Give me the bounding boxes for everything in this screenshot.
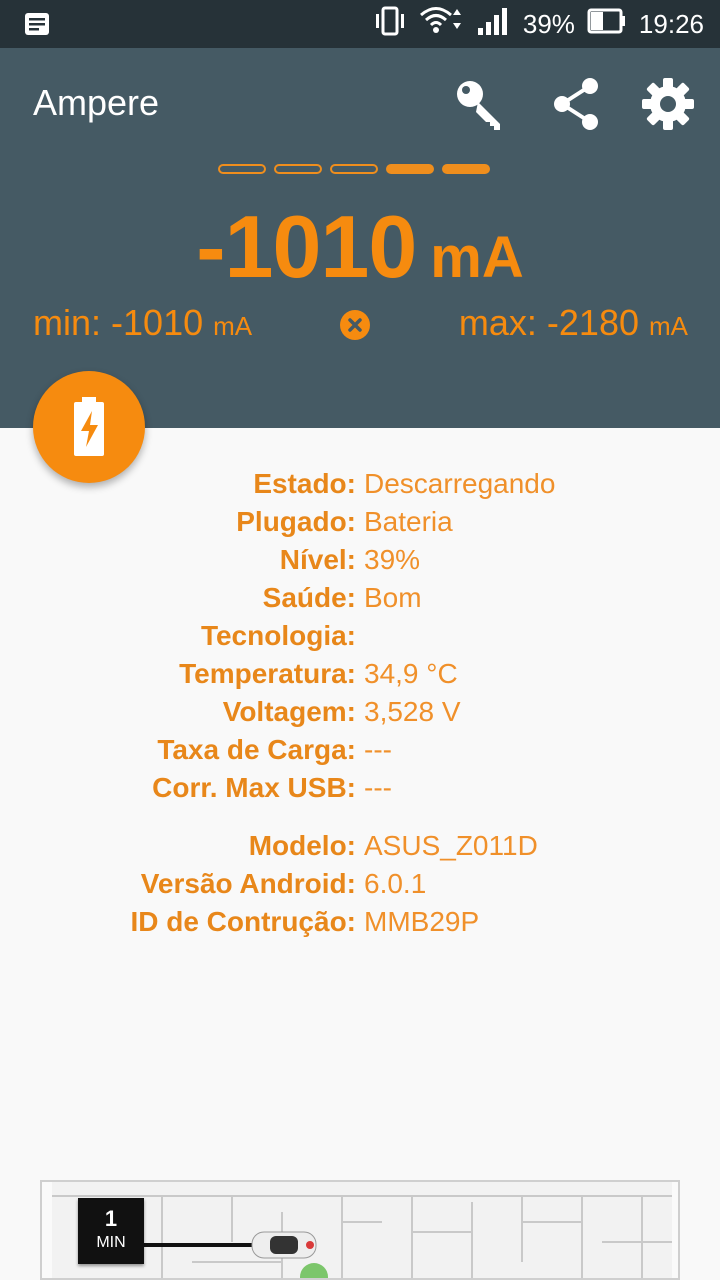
info-row: Plugado: Bateria [0, 506, 720, 544]
app-title: Ampere [33, 82, 160, 123]
share-icon [554, 78, 598, 130]
info-label: Modelo: [248, 830, 356, 861]
info-label: Plugado: [236, 506, 356, 537]
current-unit: mA [430, 225, 524, 290]
ad-timer-unit: MIN [96, 1234, 126, 1251]
info-value: MMB29P [364, 906, 480, 937]
info-row: Versão Android: 6.0.1 [0, 868, 720, 906]
share-button[interactable] [548, 76, 604, 132]
settings-icon [642, 78, 694, 130]
info-row: Estado: Descarregando [0, 468, 720, 506]
info-value: Bom [364, 582, 422, 613]
battery-percent: 39% [522, 8, 575, 39]
info-row: Modelo: ASUS_Z011D [0, 830, 720, 868]
info-label: Corr. Max USB: [152, 772, 356, 803]
vibrate-icon [373, 6, 407, 43]
app-bar: Ampere -1010 mA min: -1010 mA max: -2180… [0, 48, 720, 428]
info-row: Taxa de Carga: --- [0, 734, 720, 772]
info-label: Temperatura: [179, 658, 356, 689]
info-value: Bateria [364, 506, 453, 537]
key-icon [457, 81, 500, 130]
info-value: 39% [364, 544, 421, 575]
max-value: -2180 [546, 302, 639, 343]
info-row: Temperatura: 34,9 °C [0, 658, 720, 696]
info-label: Versão Android: [140, 868, 356, 899]
min-reading: min: -1010 mA [33, 302, 252, 344]
info-value: --- [364, 734, 392, 765]
range-indicator [218, 164, 490, 174]
ad-banner[interactable]: 1 MIN [40, 1180, 680, 1280]
ad-timer-number: 1 [104, 1206, 118, 1231]
max-reading: max: -2180 mA [459, 302, 688, 344]
info-row: Saúde: Bom [0, 582, 720, 620]
info-label: Estado: [253, 468, 356, 499]
info-value: Descarregando [364, 468, 556, 499]
reset-minmax-button[interactable] [340, 310, 370, 340]
signal-icon [477, 6, 511, 43]
info-label: Nível: [279, 544, 356, 575]
ad-timer-badge: 1 MIN [78, 1198, 144, 1264]
range-dot [442, 164, 490, 174]
min-label: min: [33, 302, 102, 343]
range-dot [218, 164, 266, 174]
battery-charging-icon [74, 397, 104, 456]
info-label: Tecnologia: [200, 620, 356, 651]
info-row: Tecnologia: [0, 620, 720, 658]
status-bar: 39% 19:26 [0, 0, 720, 48]
battery-fab-button[interactable] [33, 371, 145, 483]
max-unit: mA [649, 311, 688, 341]
info-row: Corr. Max USB: --- [0, 772, 720, 810]
reset-icon [348, 318, 362, 332]
clock: 19:26 [638, 8, 704, 39]
info-label: Saúde: [262, 582, 356, 613]
battery-icon [587, 8, 627, 41]
info-label: ID de Contrução: [130, 906, 356, 937]
info-label: Taxa de Carga: [157, 734, 356, 765]
info-list: Estado: Descarregando Plugado: Bateria Nív… [0, 468, 720, 944]
current-value: -1010 [196, 197, 417, 296]
settings-button[interactable] [640, 76, 696, 132]
info-value: ASUS_Z011D [364, 830, 538, 861]
info-value: 34,9 °C [364, 658, 458, 689]
current-reading: -1010 mA [0, 196, 720, 298]
notification-icon [24, 12, 50, 41]
info-row: Voltagem: 3,528 V [0, 696, 720, 734]
min-unit: mA [213, 311, 253, 341]
info-value: 3,528 V [364, 696, 461, 727]
info-value: --- [364, 772, 392, 803]
range-dot [386, 164, 434, 174]
info-value: 6.0.1 [364, 868, 427, 899]
info-row: Nível: 39% [0, 544, 720, 582]
key-button[interactable] [452, 76, 508, 132]
wifi-icon [419, 5, 465, 44]
min-value: -1010 [111, 302, 204, 343]
info-label: Voltagem: [222, 696, 356, 727]
range-dot [330, 164, 378, 174]
range-dot [274, 164, 322, 174]
info-row: ID de Contrução: MMB29P [0, 906, 720, 944]
max-label: max: [458, 302, 537, 343]
